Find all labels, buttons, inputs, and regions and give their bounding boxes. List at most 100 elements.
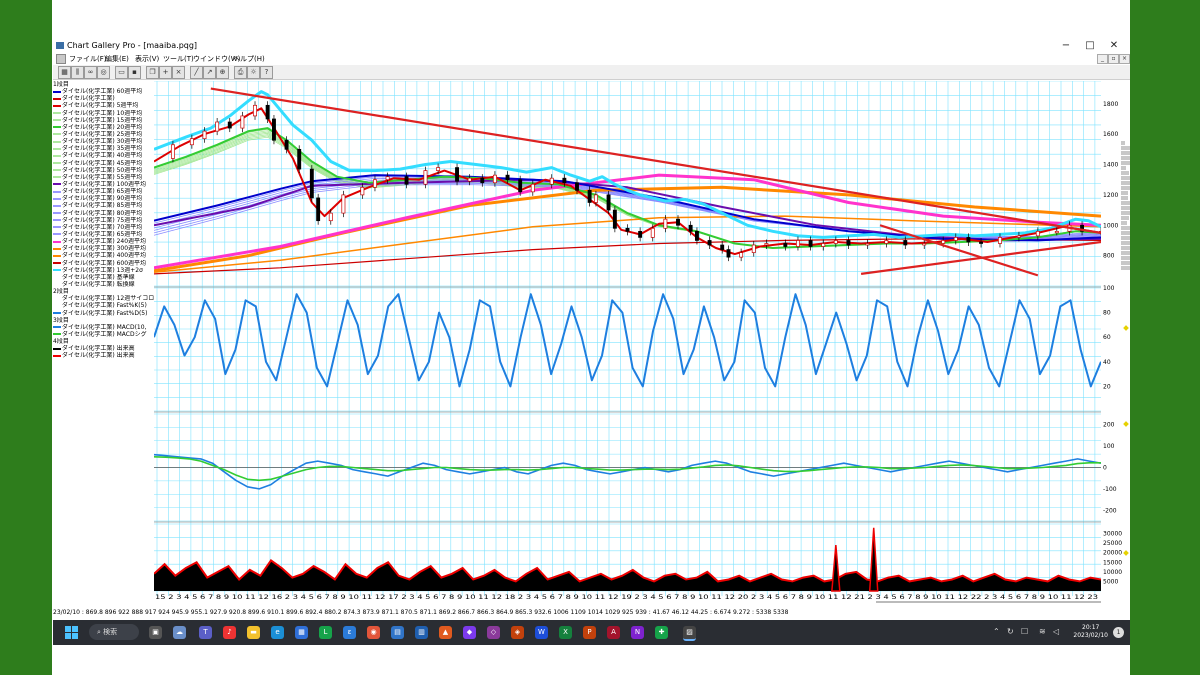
delete-icon[interactable]: × (172, 66, 185, 79)
tray-chevron-icon[interactable]: ⌃ (993, 627, 1000, 636)
calculator-icon[interactable]: ▤ (391, 626, 404, 639)
menu-edit[interactable]: 編集(E) (105, 54, 129, 64)
copy-icon[interactable]: ❐ (146, 66, 159, 79)
chrome-icon[interactable]: ◉ (367, 626, 380, 639)
bar-icon[interactable]: ⫼ (71, 66, 84, 79)
title-bar[interactable]: Chart Gallery Pro - [maaiba.pqg] − □ ✕ (53, 38, 1130, 53)
save-icon[interactable]: ▪ (128, 66, 141, 79)
legend-item[interactable]: ダイセル(化学工業) 45週平均 (53, 160, 154, 167)
wifi-icon[interactable]: ≋ (1039, 627, 1046, 636)
legend-item[interactable]: ダイセル(化学工業) 70週平均 (53, 224, 154, 231)
store-icon[interactable]: ▦ (295, 626, 308, 639)
document-icon[interactable] (56, 54, 66, 64)
menu-help[interactable]: ヘルプ(H) (233, 54, 265, 64)
excel-icon[interactable]: X (559, 626, 572, 639)
chart-canvas[interactable]: 15 2 3 4 5 6 7 8 9 10 11 12 16 2 3 4 5 6… (153, 80, 1200, 601)
find-icon[interactable]: ◎ (97, 66, 110, 79)
edge-beta-icon[interactable]: ε (343, 626, 356, 639)
legend-item[interactable]: ダイセル(化学工業) Fast%K(5) (53, 302, 154, 309)
menu-file[interactable]: ファイル(F) (69, 54, 107, 64)
zoom-icon[interactable]: ⊕ (216, 66, 229, 79)
maximize-button[interactable]: □ (1082, 39, 1098, 52)
menu-view[interactable]: 表示(V) (135, 54, 159, 64)
chart-area[interactable]: 15 2 3 4 5 6 7 8 9 10 11 12 16 2 3 4 5 6… (153, 80, 1200, 601)
draw-line-icon[interactable]: ╱ (190, 66, 203, 79)
legend-swatch (53, 347, 61, 350)
edge-icon[interactable]: e (271, 626, 284, 639)
line-icon[interactable]: L (319, 626, 332, 639)
binoculars-icon[interactable]: ∞ (84, 66, 97, 79)
legend-item[interactable]: ダイセル(化学工業) 50週平均 (53, 167, 154, 174)
legend-item[interactable]: ダイセル(化学工業) 10週平均 (53, 110, 154, 117)
legend-item[interactable]: ダイセル(化学工業) 基準線 (53, 274, 154, 281)
legend-item[interactable]: ダイセル(化学工業) 転換線 (53, 281, 154, 288)
app-icon-orange[interactable]: ◈ (511, 626, 524, 639)
access-icon[interactable]: A (607, 626, 620, 639)
help-pointer-icon[interactable]: ? (260, 66, 273, 79)
brave-icon[interactable]: ▲ (439, 626, 452, 639)
taskbar-clock[interactable]: 20:17 2023/02/10 (1073, 624, 1108, 640)
legend-item[interactable]: ダイセル(化学工業) 240週平均 (53, 238, 154, 245)
teams-icon[interactable]: T (199, 626, 212, 639)
tray-sync-icon[interactable]: ↻ (1007, 627, 1014, 636)
open-folder-icon[interactable]: ▭ (115, 66, 128, 79)
media-player-icon[interactable]: ♪ (223, 626, 236, 639)
chart-type-icon[interactable]: ▦ (58, 66, 71, 79)
legend-item[interactable]: ダイセル(化学工業) 85週平均 (53, 202, 154, 209)
legend-item[interactable]: ダイセル(化学工業) 65週平均 (53, 231, 154, 238)
notification-badge[interactable]: 1 (1113, 627, 1124, 638)
print-icon[interactable]: ⎙ (234, 66, 247, 79)
legend-item[interactable]: ダイセル(化学工業) MACDシグ (53, 331, 154, 338)
legend-item[interactable]: ダイセル(化学工業) 35週平均 (53, 145, 154, 152)
start-windows-icon[interactable] (65, 626, 78, 639)
close-button[interactable]: ✕ (1106, 39, 1122, 52)
taskbar-search-button[interactable]: ⌕ 検索 (89, 624, 139, 640)
app-icon-violet[interactable]: ◇ (487, 626, 500, 639)
app-icon-blue[interactable]: ▥ (415, 626, 428, 639)
legend-item[interactable]: ダイセル(化学工業) 100週平均 (53, 181, 154, 188)
lightbulb-icon[interactable]: ☼ (247, 66, 260, 79)
task-view-icon[interactable]: ▣ (149, 626, 162, 639)
candle-body (833, 240, 838, 244)
legend-item[interactable]: ダイセル(化学工業) 600週平均 (53, 260, 154, 267)
child-close-button[interactable]: × (1119, 54, 1130, 64)
menu-tools[interactable]: ツール(T) (163, 54, 194, 64)
legend-item[interactable]: ダイセル(化学工業) 25週平均 (53, 131, 154, 138)
volume-icon[interactable]: ◁ (1053, 627, 1059, 636)
weather-widget-icon[interactable]: ☁ (173, 626, 186, 639)
arrow-icon[interactable]: ↗ (203, 66, 216, 79)
legend-item[interactable]: ダイセル(化学工業) 13週+2σ (53, 267, 154, 274)
powerpoint-icon[interactable]: P (583, 626, 596, 639)
legend-item[interactable]: ダイセル(化学工業) 400週平均 (53, 252, 154, 259)
app-icon-green[interactable]: ✚ (655, 626, 668, 639)
child-restore-button[interactable]: ▫ (1108, 54, 1119, 64)
crosshair-icon[interactable]: + (159, 66, 172, 79)
legend-item[interactable]: ダイセル(化学工業) (53, 95, 154, 102)
file-explorer-icon[interactable]: ▬ (247, 626, 260, 639)
app-icon-purple[interactable]: ◆ (463, 626, 476, 639)
legend-item[interactable]: ダイセル(化学工業) MACD(10, (53, 324, 154, 331)
legend-item[interactable]: ダイセル(化学工業) 80週平均 (53, 210, 154, 217)
legend-item[interactable]: ダイセル(化学工業) 15週平均 (53, 117, 154, 124)
child-minimize-button[interactable]: _ (1097, 54, 1108, 64)
minimize-button[interactable]: − (1058, 39, 1074, 52)
legend-item[interactable]: ダイセル(化学工業) 75週平均 (53, 217, 154, 224)
word-icon[interactable]: W (535, 626, 548, 639)
horizontal-scrollbar[interactable] (876, 601, 1101, 603)
legend-item[interactable]: ダイセル(化学工業) 65週平均 (53, 188, 154, 195)
chart-gallery-taskbar-icon[interactable]: ▨ (683, 626, 696, 641)
legend-item[interactable]: ダイセル(化学工業) 55週平均 (53, 174, 154, 181)
legend-item[interactable]: ダイセル(化学工業) 12週サイコロ (53, 295, 154, 302)
legend-item[interactable]: ダイセル(化学工業) 300週平均 (53, 245, 154, 252)
legend-item[interactable]: ダイセル(化学工業) 出来高 (53, 352, 154, 359)
legend-item[interactable]: ダイセル(化学工業) 90週平均 (53, 195, 154, 202)
legend-item[interactable]: ダイセル(化学工業) 20週平均 (53, 124, 154, 131)
legend-item[interactable]: ダイセル(化学工業) Fast%D(5) (53, 310, 154, 317)
legend-item[interactable]: ダイセル(化学工業) 出来高 (53, 345, 154, 352)
legend-item[interactable]: ダイセル(化学工業) 5週平均 (53, 102, 154, 109)
legend-item[interactable]: ダイセル(化学工業) 40週平均 (53, 152, 154, 159)
legend-item[interactable]: ダイセル(化学工業) 30週平均 (53, 138, 154, 145)
onenote-icon[interactable]: N (631, 626, 644, 639)
tray-app-icon[interactable]: ☐ (1021, 627, 1028, 636)
legend-item[interactable]: ダイセル(化学工業) 60週平均 (53, 88, 154, 95)
